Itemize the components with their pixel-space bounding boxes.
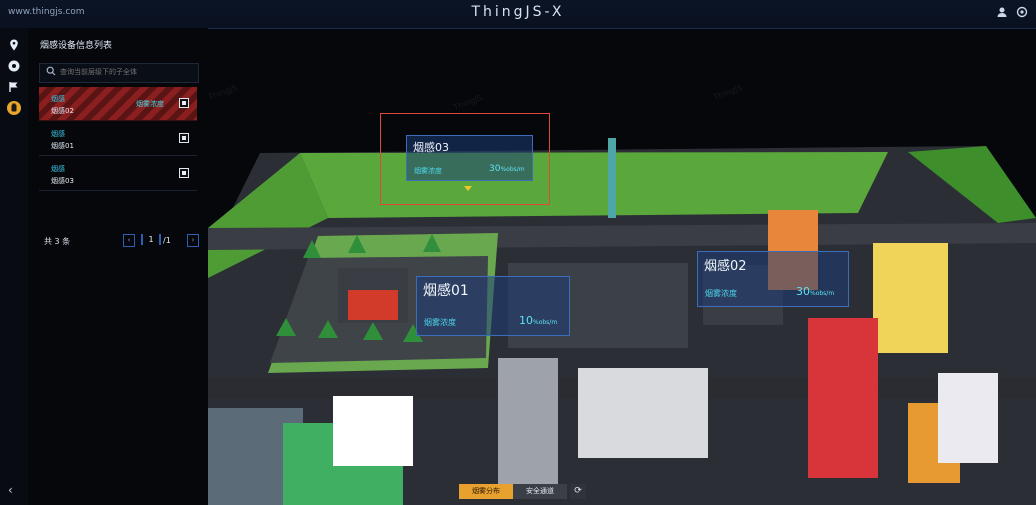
popup-number: 30 [489, 164, 501, 174]
prev-page-button[interactable]: ‹ [123, 234, 135, 247]
item-status: 烟雾浓度 [136, 100, 164, 108]
popup-title: 烟感02 [704, 259, 747, 274]
city-illustration [208, 138, 1036, 505]
compass-icon[interactable] [7, 59, 21, 73]
popup-title: 烟感01 [423, 283, 469, 299]
list-item[interactable]: 烟感 烟感02 烟雾浓度 [39, 87, 197, 121]
popup-unit: %obs/m [533, 319, 558, 326]
app-title: ThingJS-X [471, 4, 565, 20]
search-icon [46, 66, 56, 79]
item-name: 烟感03 [51, 177, 74, 185]
popup-value: 10%obs/m [519, 314, 557, 327]
settings-icon[interactable] [1016, 6, 1028, 18]
popup-unit: %obs/m [500, 166, 525, 173]
sensor-popup[interactable]: 烟感03 烟雾浓度 30%obs/m [406, 135, 533, 181]
search-input[interactable] [60, 66, 190, 79]
tab-smoke-distribution[interactable]: 烟雾分布 [459, 484, 513, 499]
list-item[interactable]: 烟感 烟感03 [39, 157, 197, 191]
item-type: 烟感 [51, 130, 65, 138]
sensor-popup[interactable]: 烟感02 烟雾浓度 30%obs/m [697, 251, 849, 307]
popup-value: 30%obs/m [489, 164, 525, 174]
list-item[interactable]: 烟感 烟感01 [39, 122, 197, 156]
item-checkbox[interactable] [179, 98, 189, 108]
item-name: 烟感01 [51, 142, 74, 150]
popup-number: 30 [796, 285, 810, 298]
popup-pointer [464, 186, 472, 191]
total-pages: /1 [163, 236, 171, 245]
next-page-button[interactable]: › [187, 234, 199, 247]
popup-label: 烟雾浓度 [705, 289, 737, 298]
popup-unit: %obs/m [810, 290, 835, 297]
popup-number: 10 [519, 314, 533, 327]
panel-title: 烟感设备信息列表 [40, 41, 113, 51]
search-box [39, 63, 199, 83]
item-type: 烟感 [51, 95, 65, 103]
current-page[interactable]: 1 [141, 234, 161, 245]
collapse-button[interactable]: ‹ [8, 483, 13, 497]
top-icons [996, 6, 1028, 18]
item-checkbox[interactable] [179, 133, 189, 143]
flag-icon[interactable] [7, 80, 21, 94]
city-3d-scene[interactable]: ThingJS ThingJS ThingJS [208, 28, 1036, 505]
item-name: 烟感02 [51, 107, 74, 115]
top-bar: www.thingjs.com ThingJS-X [0, 0, 1036, 29]
item-type: 烟感 [51, 165, 65, 173]
device-list-panel: 烟感设备信息列表 烟感 烟感02 烟雾浓度 烟感 烟感01 烟感 烟感03 共 … [28, 28, 208, 505]
user-icon[interactable] [996, 6, 1008, 18]
item-checkbox[interactable] [179, 168, 189, 178]
sensor-popup[interactable]: 烟感01 烟雾浓度 10%obs/m [416, 276, 570, 336]
refresh-icon[interactable]: ⟳ [570, 484, 586, 499]
pagination: 共 3 条 ‹ 1 /1 › [39, 234, 199, 248]
location-pin-icon[interactable] [7, 38, 21, 52]
alarm-icon[interactable] [7, 101, 21, 115]
left-icon-bar: ‹ [0, 28, 29, 505]
popup-title: 烟感03 [413, 141, 449, 154]
popup-label: 烟雾浓度 [414, 167, 442, 175]
popup-value: 30%obs/m [796, 285, 834, 298]
tab-safety-passage[interactable]: 安全通道 [513, 484, 567, 499]
popup-label: 烟雾浓度 [424, 318, 456, 327]
total-count: 共 3 条 [44, 237, 71, 246]
